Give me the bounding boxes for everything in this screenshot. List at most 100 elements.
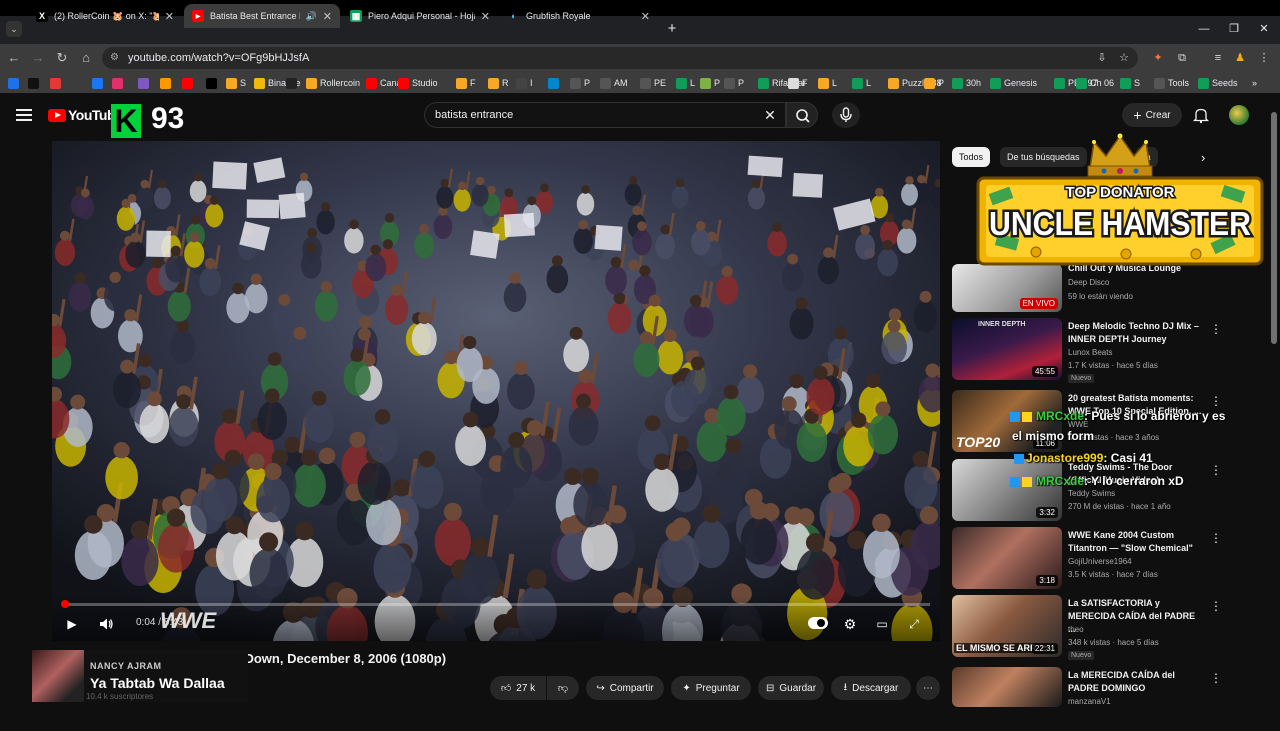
bookmark-item[interactable]: P xyxy=(570,75,590,91)
volume-icon[interactable] xyxy=(98,616,114,632)
bookmark-item[interactable]: AM xyxy=(600,75,628,91)
bookmark-item[interactable]: 30h xyxy=(952,75,981,91)
minimize-button[interactable]: — xyxy=(1194,20,1214,38)
voice-search-button[interactable] xyxy=(832,102,860,128)
bookmark-item[interactable]: S xyxy=(226,75,246,91)
progress-scrubber[interactable] xyxy=(61,600,69,608)
dislike-button[interactable]: 👎︎ xyxy=(547,676,579,700)
tab-sheets[interactable]: ▦ Piero Adqui Personal - Hojas de ✕ xyxy=(342,4,498,28)
video-player[interactable] xyxy=(52,141,940,641)
more-actions-button[interactable]: ⋯ xyxy=(916,676,940,700)
bookmark-item[interactable] xyxy=(92,75,106,91)
bookmark-item[interactable]: S xyxy=(1120,75,1140,91)
bookmark-item[interactable]: Genesis xyxy=(990,75,1037,91)
bookmark-item[interactable]: Seeds xyxy=(1198,75,1238,91)
bookmark-item[interactable] xyxy=(160,75,174,91)
bookmark-item[interactable]: I xyxy=(516,75,533,91)
bookmark-item[interactable]: Rollercoin xyxy=(306,75,360,91)
bookmark-item[interactable]: L xyxy=(852,75,871,91)
progress-bar[interactable] xyxy=(62,603,930,606)
close-tab-icon[interactable]: ✕ xyxy=(481,10,490,23)
close-tab-icon[interactable]: ✕ xyxy=(323,10,332,23)
chrome-menu-icon[interactable]: ⋮ xyxy=(1256,50,1272,66)
settings-gear-icon[interactable]: ⚙ xyxy=(842,616,858,632)
notifications-bell-icon[interactable] xyxy=(1192,106,1210,124)
address-bar[interactable]: youtube.com/watch?v=OFg9bHJJsfA xyxy=(102,47,1138,69)
related-video-channel[interactable]: Teddy Swims xyxy=(1068,489,1115,498)
autoplay-toggle[interactable] xyxy=(808,617,828,629)
bookmark-item[interactable]: P xyxy=(724,75,744,91)
close-tab-icon[interactable]: ✕ xyxy=(641,10,650,23)
bookmark-item[interactable]: F xyxy=(788,75,808,91)
clear-search-icon[interactable]: ✕ xyxy=(762,107,778,123)
related-video-item[interactable]: INNER DEPTH 45:55 Deep Melodic Techno DJ M… xyxy=(952,318,1272,383)
bookmark-item[interactable] xyxy=(206,75,220,91)
related-video-item[interactable]: EL MISMO SE ARR 22:31 La SATISFACTORIA y M… xyxy=(952,595,1272,660)
close-window-button[interactable]: ✕ xyxy=(1254,20,1274,38)
account-avatar[interactable] xyxy=(1229,105,1249,125)
more-options-icon[interactable]: ⋮ xyxy=(1210,599,1222,613)
profile-extension-icon[interactable]: ♟ xyxy=(1232,50,1248,66)
bookmark-item[interactable]: Tools xyxy=(1154,75,1189,91)
bookmark-item[interactable]: P xyxy=(700,75,720,91)
theater-mode-icon[interactable]: ▭ xyxy=(874,616,890,632)
more-options-icon[interactable]: ⋮ xyxy=(1210,463,1222,477)
more-options-icon[interactable]: ⋮ xyxy=(1210,322,1222,336)
related-video-channel[interactable]: manzanaV1 xyxy=(1068,697,1111,706)
like-button[interactable]: 👍︎ 27 k xyxy=(490,676,546,700)
search-input[interactable]: batista entrance xyxy=(424,102,786,128)
search-button[interactable] xyxy=(786,102,818,128)
bookmark-item[interactable]: L xyxy=(818,75,837,91)
bookmark-item[interactable]: Studio xyxy=(398,75,438,91)
related-video-channel[interactable]: Lunox Beats xyxy=(1068,348,1112,357)
forward-button[interactable]: → xyxy=(30,50,46,66)
install-app-icon[interactable]: ⇩ xyxy=(1094,50,1110,66)
save-button[interactable]: ⊟ Guardar xyxy=(758,676,824,700)
related-video-item[interactable]: La MERECIDA CAÍDA del PADRE DOMINGO manza… xyxy=(952,667,1272,731)
extensions-puzzle-icon[interactable]: ⧉ xyxy=(1174,50,1190,66)
create-button[interactable]: + Crear xyxy=(1122,103,1182,127)
related-video-channel[interactable]: theo xyxy=(1068,625,1084,634)
video-thumbnail[interactable]: EN VIVO xyxy=(952,264,1062,312)
tab-grubfish[interactable]: ◐ Grubfish Royale ✕ xyxy=(500,4,658,28)
more-options-icon[interactable]: ⋮ xyxy=(1210,531,1222,545)
related-video-item[interactable]: 3:32 Teddy Swims - The Door (Official Mus… xyxy=(952,459,1272,523)
fullscreen-icon[interactable]: ⤢ xyxy=(906,616,922,632)
more-options-icon[interactable]: ⋮ xyxy=(1210,671,1222,685)
menu-icon[interactable] xyxy=(16,106,32,122)
bookmark-item[interactable] xyxy=(138,75,152,91)
video-thumbnail[interactable]: 3:32 xyxy=(952,459,1062,521)
bookmark-item[interactable] xyxy=(548,75,562,91)
bookmark-item[interactable] xyxy=(8,75,22,91)
scrollbar-thumb[interactable] xyxy=(1271,112,1277,344)
bookmark-item[interactable]: F xyxy=(456,75,476,91)
share-button[interactable]: ↪ Compartir xyxy=(586,676,664,700)
bookmark-item[interactable] xyxy=(28,75,42,91)
extension-icon[interactable]: ✦ xyxy=(1150,50,1166,66)
related-video-channel[interactable]: Deep Disco xyxy=(1068,278,1109,287)
tab-rollercoin[interactable]: X (2) RollerCoin 🐹 on X: "🐹 DE ✕ xyxy=(28,4,182,28)
home-button[interactable]: ⌂ xyxy=(78,50,94,66)
new-tab-button[interactable]: + xyxy=(664,20,680,38)
more-options-icon[interactable]: ⋮ xyxy=(1210,394,1222,408)
close-tab-icon[interactable]: ✕ xyxy=(165,10,174,23)
download-button[interactable]: ⭳ Descargar xyxy=(831,676,911,700)
related-video-title[interactable]: WWE Kane 2004 Custom Titantron — "Slow C… xyxy=(1068,529,1204,555)
bookmark-item[interactable] xyxy=(50,75,64,91)
related-video-item[interactable]: 3:18 WWE Kane 2004 Custom Titantron — "Sl… xyxy=(952,527,1272,591)
related-video-channel[interactable]: GojiUniverse1964 xyxy=(1068,557,1132,566)
bookmark-item[interactable] xyxy=(286,75,300,91)
bookmark-star-icon[interactable]: ☆ xyxy=(1116,50,1132,66)
bookmark-item[interactable]: P xyxy=(924,75,944,91)
bookmark-item[interactable]: Ch 06 xyxy=(1076,75,1114,91)
back-button[interactable]: ← xyxy=(6,50,22,66)
video-thumbnail[interactable]: EL MISMO SE ARR 22:31 xyxy=(952,595,1062,657)
bookmark-item[interactable] xyxy=(112,75,126,91)
bookmark-item[interactable] xyxy=(182,75,196,91)
bookmarks-overflow-button[interactable]: » xyxy=(1252,75,1257,91)
bookmark-item[interactable]: R xyxy=(488,75,509,91)
related-video-title[interactable]: La SATISFACTORIA y MERECIDA CAÍDA del PA… xyxy=(1068,597,1204,636)
play-icon[interactable]: ▶ xyxy=(64,616,80,632)
tab-search-button[interactable]: ⌄ xyxy=(6,21,22,37)
video-thumbnail[interactable]: INNER DEPTH 45:55 xyxy=(952,318,1062,380)
